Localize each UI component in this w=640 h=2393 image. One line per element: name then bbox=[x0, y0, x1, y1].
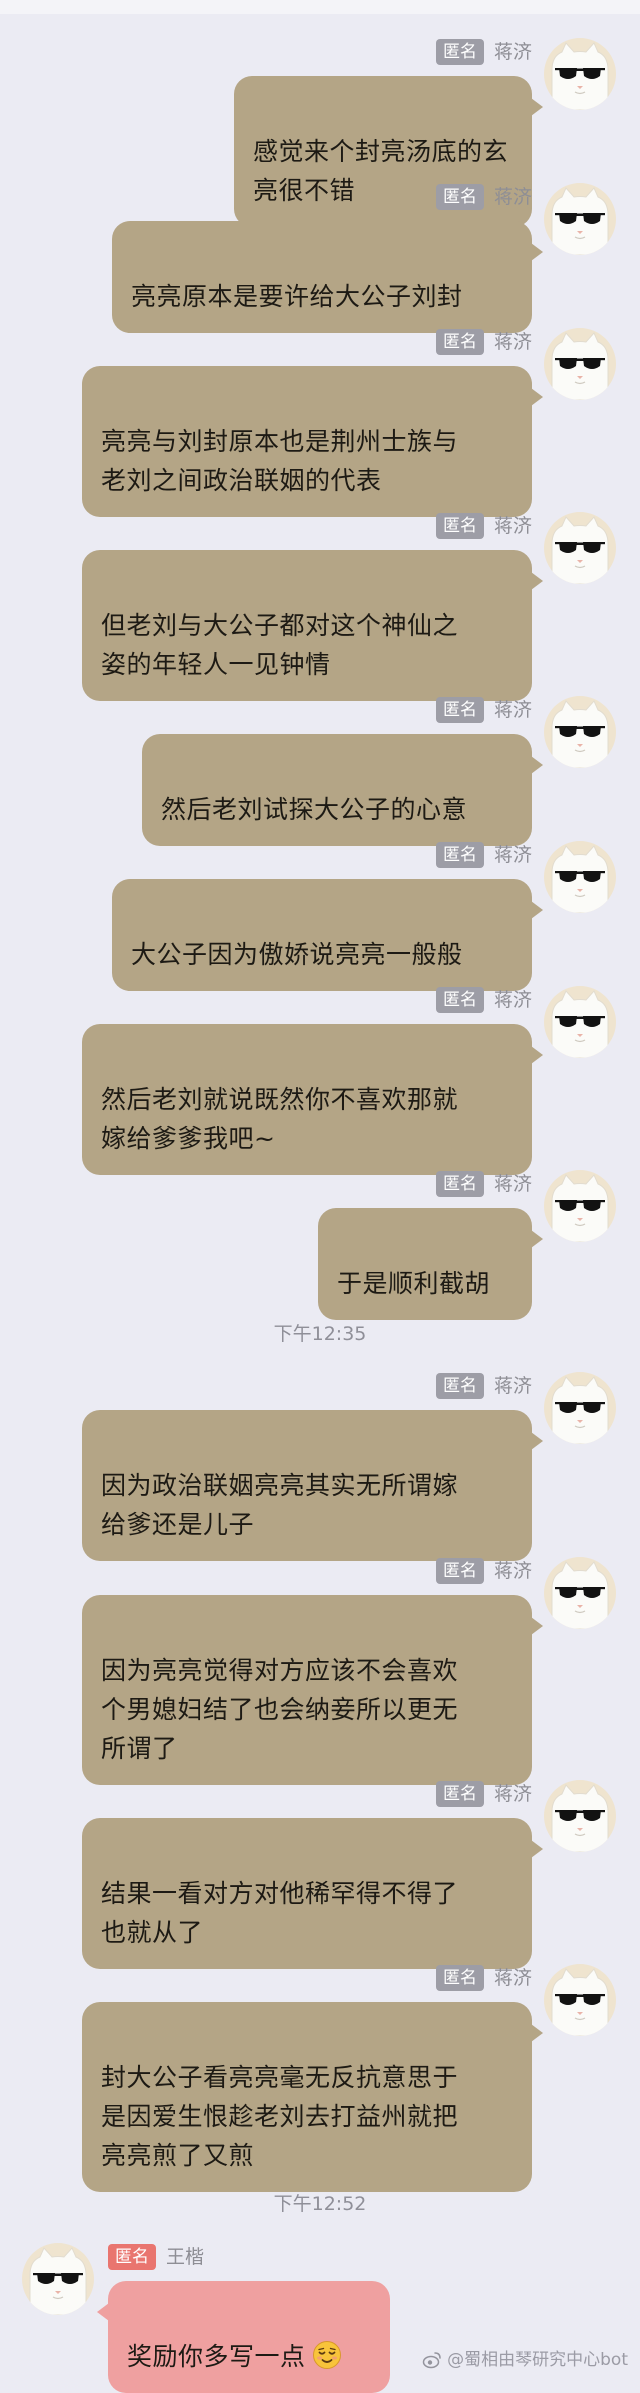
message-meta: 匿名 蒋济 bbox=[435, 512, 532, 540]
sender-name[interactable]: 蒋济 bbox=[494, 1170, 532, 1198]
anonymous-badge: 匿名 bbox=[435, 842, 484, 868]
cat-sunglasses-avatar-icon bbox=[544, 328, 616, 400]
message-bubble[interactable]: 因为政治联姻亮亮其实无所谓嫁 给爹还是儿子 bbox=[82, 1410, 543, 1561]
cat-sunglasses-avatar-icon bbox=[544, 1170, 616, 1242]
message-meta: 匿名 蒋济 bbox=[435, 1780, 532, 1808]
message-meta: 匿名 王楷 bbox=[108, 2243, 204, 2271]
cat-sunglasses-avatar-icon bbox=[544, 696, 616, 768]
watermark: @蜀相由琴研究中心bot bbox=[422, 2349, 628, 2371]
message-text: 然后老刘就说既然你不喜欢那就 嫁给爹爹我吧~ bbox=[101, 1085, 459, 1153]
avatar[interactable] bbox=[544, 841, 616, 913]
sender-name[interactable]: 蒋济 bbox=[494, 696, 532, 724]
sender-name[interactable]: 蒋济 bbox=[494, 328, 532, 356]
message-bubble[interactable]: 奖励你多写一点 bbox=[97, 2281, 390, 2393]
sender-name[interactable]: 蒋济 bbox=[494, 183, 532, 211]
message-bubble[interactable]: 然后老刘试探大公子的心意 bbox=[142, 734, 543, 846]
message-bubble[interactable]: 结果一看对方对他稀罕得不得了 也就从了 bbox=[82, 1818, 543, 1969]
avatar[interactable] bbox=[544, 1170, 616, 1242]
cat-sunglasses-avatar-icon bbox=[544, 1372, 616, 1444]
message-bubble[interactable]: 封大公子看亮亮毫无反抗意思于 是因爱生恨趁老刘去打益州就把 亮亮煎了又煎 bbox=[82, 2002, 543, 2192]
anonymous-badge: 匿名 bbox=[108, 2244, 156, 2270]
avatar[interactable] bbox=[544, 38, 616, 110]
avatar[interactable] bbox=[544, 183, 616, 255]
message-bubble[interactable]: 亮亮与刘封原本也是荆州士族与 老刘之间政治联姻的代表 bbox=[82, 366, 543, 517]
cat-sunglasses-avatar-icon bbox=[544, 183, 616, 255]
message-text: 然后老刘试探大公子的心意 bbox=[161, 795, 468, 824]
message-text: 于是顺利截胡 bbox=[337, 1269, 491, 1298]
cat-sunglasses-avatar-icon bbox=[544, 1557, 616, 1629]
anonymous-badge: 匿名 bbox=[435, 697, 484, 723]
message-meta: 匿名 蒋济 bbox=[435, 1964, 532, 1992]
message-meta: 匿名 蒋济 bbox=[435, 1557, 532, 1585]
anonymous-badge: 匿名 bbox=[435, 1781, 484, 1807]
sender-name[interactable]: 蒋济 bbox=[494, 512, 532, 540]
message-meta: 匿名 蒋济 bbox=[435, 183, 532, 211]
anonymous-badge: 匿名 bbox=[435, 39, 484, 65]
message-meta: 匿名 蒋济 bbox=[435, 1372, 532, 1400]
message-meta: 匿名 蒋济 bbox=[435, 841, 532, 869]
message-text: 亮亮原本是要许给大公子刘封 bbox=[131, 282, 463, 311]
avatar[interactable] bbox=[22, 2243, 94, 2315]
sender-name[interactable]: 蒋济 bbox=[494, 1964, 532, 1992]
message-meta: 匿名 蒋济 bbox=[435, 696, 532, 724]
message-bubble[interactable]: 亮亮原本是要许给大公子刘封 bbox=[112, 221, 543, 333]
relieved-face-emoji-icon bbox=[312, 2341, 341, 2369]
avatar[interactable] bbox=[544, 1780, 616, 1852]
message-bubble[interactable]: 然后老刘就说既然你不喜欢那就 嫁给爹爹我吧~ bbox=[82, 1024, 543, 1175]
anonymous-badge: 匿名 bbox=[435, 1558, 484, 1584]
sender-name[interactable]: 蒋济 bbox=[494, 1557, 532, 1585]
anonymous-badge: 匿名 bbox=[435, 987, 484, 1013]
cat-sunglasses-avatar-icon bbox=[544, 1780, 616, 1852]
avatar[interactable] bbox=[544, 328, 616, 400]
anonymous-badge: 匿名 bbox=[435, 1373, 484, 1399]
top-strip bbox=[0, 0, 640, 14]
message-text: 奖励你多写一点 bbox=[127, 2342, 306, 2371]
anonymous-badge: 匿名 bbox=[435, 329, 484, 355]
cat-sunglasses-avatar-icon bbox=[544, 38, 616, 110]
avatar[interactable] bbox=[544, 696, 616, 768]
message-meta: 匿名 蒋济 bbox=[435, 1170, 532, 1198]
avatar[interactable] bbox=[544, 512, 616, 584]
message-bubble[interactable]: 于是顺利截胡 bbox=[318, 1208, 543, 1320]
timestamp: 下午12:52 bbox=[273, 2193, 367, 2215]
sender-name[interactable]: 蒋济 bbox=[494, 841, 532, 869]
sender-name[interactable]: 王楷 bbox=[166, 2243, 204, 2271]
message-bubble[interactable]: 大公子因为傲娇说亮亮一般般 bbox=[112, 879, 543, 991]
anonymous-badge: 匿名 bbox=[435, 184, 484, 210]
message-meta: 匿名 蒋济 bbox=[435, 38, 532, 66]
message-text: 结果一看对方对他稀罕得不得了 也就从了 bbox=[101, 1879, 459, 1947]
cat-sunglasses-avatar-icon bbox=[544, 841, 616, 913]
message-text: 但老刘与大公子都对这个神仙之 姿的年轻人一见钟情 bbox=[101, 611, 459, 679]
message-text: 大公子因为傲娇说亮亮一般般 bbox=[131, 940, 463, 969]
message-bubble[interactable]: 因为亮亮觉得对方应该不会喜欢 个男媳妇结了也会纳妾所以更无 所谓了 bbox=[82, 1595, 543, 1785]
sender-name[interactable]: 蒋济 bbox=[494, 986, 532, 1014]
watermark-text: @蜀相由琴研究中心bot bbox=[447, 2350, 628, 2370]
message-meta: 匿名 蒋济 bbox=[435, 986, 532, 1014]
avatar[interactable] bbox=[544, 1964, 616, 2036]
anonymous-badge: 匿名 bbox=[435, 1965, 484, 1991]
anonymous-badge: 匿名 bbox=[435, 1171, 484, 1197]
sender-name[interactable]: 蒋济 bbox=[494, 1372, 532, 1400]
message-text: 亮亮与刘封原本也是荆州士族与 老刘之间政治联姻的代表 bbox=[101, 427, 459, 495]
cat-sunglasses-avatar-icon bbox=[544, 512, 616, 584]
message-text: 因为亮亮觉得对方应该不会喜欢 个男媳妇结了也会纳妾所以更无 所谓了 bbox=[101, 1656, 459, 1763]
timestamp: 下午12:35 bbox=[273, 1323, 367, 1345]
avatar[interactable] bbox=[544, 1557, 616, 1629]
cat-sunglasses-avatar-icon bbox=[22, 2243, 94, 2315]
cat-sunglasses-avatar-icon bbox=[544, 1964, 616, 2036]
sender-name[interactable]: 蒋济 bbox=[494, 38, 532, 66]
anonymous-badge: 匿名 bbox=[435, 513, 484, 539]
message-meta: 匿名 蒋济 bbox=[435, 328, 532, 356]
message-text: 因为政治联姻亮亮其实无所谓嫁 给爹还是儿子 bbox=[101, 1471, 459, 1539]
avatar[interactable] bbox=[544, 1372, 616, 1444]
avatar[interactable] bbox=[544, 986, 616, 1058]
message-bubble[interactable]: 但老刘与大公子都对这个神仙之 姿的年轻人一见钟情 bbox=[82, 550, 543, 701]
sender-name[interactable]: 蒋济 bbox=[494, 1780, 532, 1808]
weibo-icon bbox=[422, 2352, 441, 2369]
message-text: 封大公子看亮亮毫无反抗意思于 是因爱生恨趁老刘去打益州就把 亮亮煎了又煎 bbox=[101, 2063, 459, 2170]
cat-sunglasses-avatar-icon bbox=[544, 986, 616, 1058]
